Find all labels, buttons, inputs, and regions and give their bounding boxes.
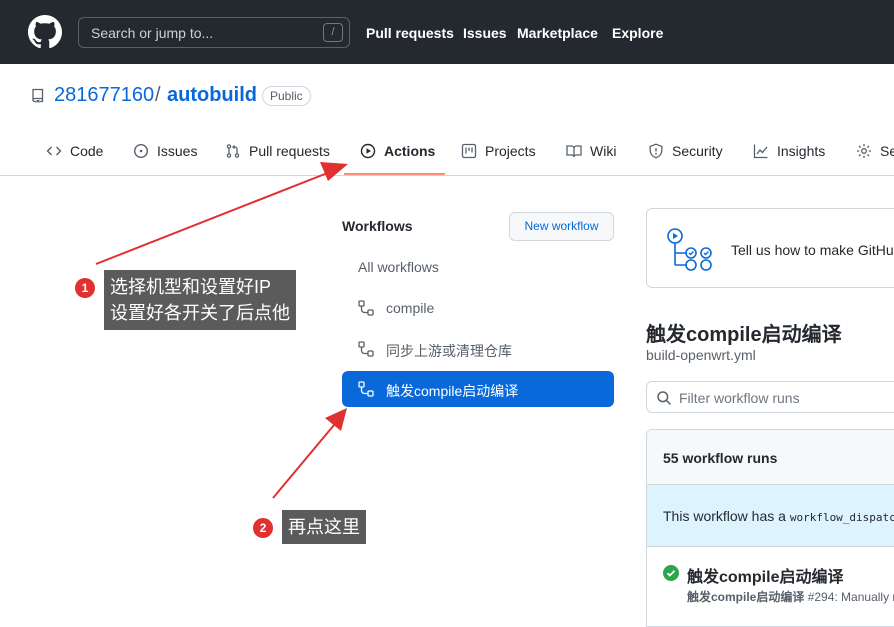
shield-icon (649, 143, 663, 159)
check-circle-icon (663, 565, 679, 581)
search-input[interactable]: Search or jump to... / (78, 17, 350, 48)
annotation-step-2-badge: 2 (253, 518, 273, 538)
sidebar-item-label: 同步上游或清理仓库 (386, 343, 512, 359)
annotation-step-2-callout: 再点这里 (282, 510, 366, 544)
nav-issues[interactable]: Issues (463, 25, 507, 41)
annotation-arrow-1 (95, 171, 331, 265)
visibility-badge: Public (262, 86, 311, 106)
run-meta: 触发compile启动编译 #294: Manually r (687, 588, 894, 605)
sidebar-item-all-workflows[interactable]: All workflows (342, 249, 614, 285)
workflow-file-link[interactable]: build-openwrt.yml (646, 347, 756, 363)
repo-separator: / (155, 84, 161, 106)
tab-label: Issues (157, 143, 198, 159)
code-icon (46, 146, 62, 156)
tab-wiki[interactable]: Wiki (566, 139, 616, 175)
repo-icon (32, 88, 44, 103)
tab-label: Security (672, 143, 723, 159)
actions-workflow-illustration-icon (667, 228, 712, 271)
annotation-arrowhead-2 (325, 408, 347, 431)
annotation-step-1-badge: 1 (75, 278, 95, 298)
filter-workflow-runs-input[interactable]: Filter workflow runs (646, 381, 894, 413)
tab-label: Insights (777, 143, 826, 159)
graph-icon (753, 144, 768, 159)
sidebar-item-compile[interactable]: compile (342, 290, 614, 326)
tab-label: Wiki (590, 143, 617, 159)
workflows-heading: Workflows (342, 218, 413, 234)
run-meta-detail: #294: Manually r (804, 590, 894, 604)
nav-marketplace[interactable]: Marketplace (517, 25, 598, 41)
sidebar-item-label: All workflows (358, 259, 439, 275)
dispatch-code: workflow_dispatc (789, 511, 894, 524)
tab-insights[interactable]: Insights (753, 139, 825, 175)
nav-explore[interactable]: Explore (612, 25, 663, 41)
tab-issues[interactable]: Issues (133, 139, 197, 175)
sidebar-item-label: 触发compile启动编译 (386, 383, 519, 399)
workflow-title: 触发compile启动编译 (646, 324, 842, 346)
sidebar-item-label: compile (386, 300, 435, 316)
table-row[interactable]: 触发compile启动编译 触发compile启动编译 #294: Manual… (647, 547, 894, 627)
annotation-step-1-callout: 选择机型和设置好IP 设置好各开关了后点他 (104, 270, 296, 330)
dispatch-notice-text: This workflow has a workflow_dispatc (663, 508, 894, 524)
tab-label: Code (70, 143, 104, 159)
search-placeholder: Search or jump to... (91, 25, 214, 41)
runs-header: 55 workflow runs (647, 430, 894, 485)
sidebar-item-trigger-compile[interactable]: 触发compile启动编译 (342, 371, 614, 407)
pull-request-icon (226, 144, 240, 158)
project-icon (461, 143, 477, 159)
tab-security[interactable]: Security (648, 139, 723, 175)
annotation-step-1-line-1: 选择机型和设置好IP (110, 277, 272, 297)
tab-settings[interactable]: Se (856, 139, 894, 175)
github-octocat-icon[interactable] (28, 15, 62, 49)
annotation-step-1-line-2: 设置好各开关了后点他 (110, 303, 290, 323)
banner-text: Tell us how to make GitHul (731, 242, 894, 258)
feedback-banner: Tell us how to make GitHul (646, 208, 894, 288)
workflow-icon (358, 300, 374, 316)
play-icon (360, 143, 376, 159)
new-workflow-button[interactable]: New workflow (509, 212, 614, 241)
workflow-icon (358, 381, 374, 397)
nav-pull-requests[interactable]: Pull requests (366, 25, 454, 41)
filter-placeholder: Filter workflow runs (679, 390, 800, 406)
repo-owner-link[interactable]: 281677160 (54, 84, 154, 107)
tab-projects[interactable]: Projects (461, 139, 536, 175)
book-icon (566, 145, 582, 158)
tabs-divider (0, 175, 894, 176)
tab-label: Actions (384, 143, 436, 159)
run-meta-workflow: 触发compile启动编译 (687, 590, 805, 604)
tab-actions[interactable]: Actions (360, 139, 435, 175)
runs-count: 55 workflow runs (663, 450, 778, 466)
tab-label: Projects (485, 143, 536, 159)
sidebar-item-sync-upstream[interactable]: 同步上游或清理仓库 (342, 331, 614, 367)
tab-label: Se (880, 143, 894, 159)
workflow-runs-list: 55 workflow runs This workflow has a wor… (646, 429, 894, 627)
global-header: Search or jump to... / Pull requests Iss… (0, 0, 894, 64)
tab-label: Pull requests (249, 143, 330, 159)
search-shortcut-key: / (323, 23, 343, 42)
issue-icon (133, 143, 149, 159)
workflow-icon (358, 341, 374, 357)
annotation-arrow-2 (272, 424, 335, 499)
tab-pull-requests[interactable]: Pull requests (225, 139, 330, 175)
search-icon (657, 391, 672, 406)
repo-name-link[interactable]: autobuild (167, 84, 257, 107)
tab-code[interactable]: Code (46, 139, 103, 175)
gear-icon (857, 144, 871, 158)
dispatch-notice-prefix: This workflow has a (663, 508, 790, 524)
workflow-dispatch-notice: This workflow has a workflow_dispatc (647, 485, 894, 547)
run-title-link[interactable]: 触发compile启动编译 (687, 563, 843, 587)
